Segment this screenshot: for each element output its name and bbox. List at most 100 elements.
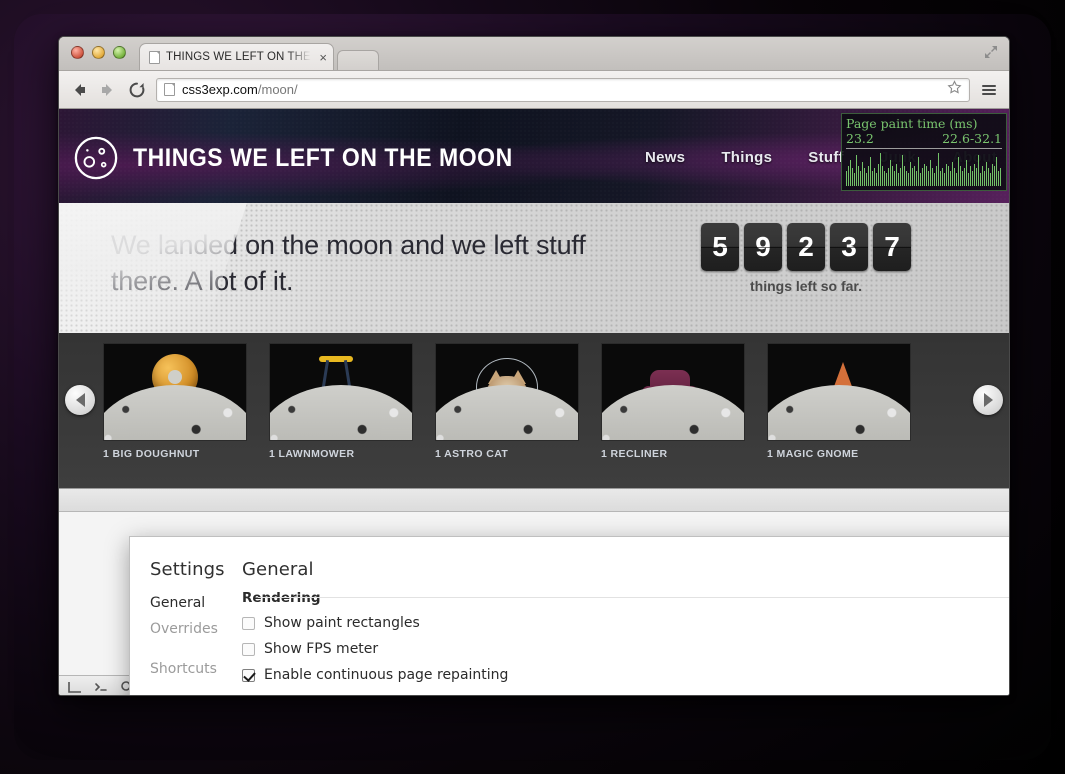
paint-sample-bar [946,164,947,186]
browser-tab[interactable]: THINGS WE LEFT ON THE M × [139,43,334,70]
checkbox[interactable] [242,642,255,656]
settings-options-list: Show paint rectangles Show FPS meter Enabl… [242,615,1009,683]
close-window-button[interactable] [71,46,84,59]
paint-sample-bar [980,172,981,186]
settings-option-row[interactable]: Show paint rectangles [242,615,1009,631]
moon-logo-icon [74,136,118,180]
maximize-window-button[interactable] [113,46,126,59]
browser-window: THINGS WE LEFT ON THE M × css3exp.com/mo… [58,36,1010,696]
paint-sample-bar [922,168,923,186]
settings-sidebar-item-shortcuts[interactable]: Shortcuts [150,656,242,682]
paint-sample-bar [984,170,985,186]
paint-sample-bar [988,168,989,186]
paint-sample-bar [880,153,881,186]
paint-sample-bar [846,170,847,186]
nav-item-things[interactable]: Things [721,149,772,166]
paint-meter-range: 22.6-32.1 [942,131,1002,146]
paint-sample-bar [936,166,937,186]
card-label: 1 Lawnmower [269,448,355,460]
url-path: /moon/ [257,82,298,97]
counter-digit: 3 [830,223,868,271]
address-bar[interactable]: css3exp.com/moon/ [156,77,970,102]
devtools-tab-bar [59,489,1009,512]
counter-digit: 5 [701,223,739,271]
paint-sample-bar [894,170,895,186]
hero-headline: We landed on the moon and we left stuff … [111,230,586,296]
paint-sample-bar [864,168,865,186]
paint-sample-bar [970,166,971,186]
star-icon[interactable] [947,79,962,100]
paint-sample-bar [904,166,905,186]
paint-sample-bar [978,155,979,186]
site-brand[interactable]: Things we left on the moon [73,135,546,181]
counter-digit: 9 [744,223,782,271]
checkbox[interactable] [242,668,255,682]
moon-surface-graphic [104,385,246,440]
settings-sidebar-item-general[interactable]: General [150,590,242,616]
dock-toggle-icon[interactable] [63,677,87,696]
minimize-window-button[interactable] [92,46,105,59]
settings-option-row[interactable]: Enable continuous page repainting [242,667,1009,683]
reload-icon[interactable] [127,80,147,100]
paint-sample-bar [854,172,855,186]
paint-sample-bar [860,170,861,186]
carousel-next-button[interactable] [973,385,1003,415]
paint-sample-bar [896,164,897,186]
carousel-card[interactable]: 1 Big Doughnut [103,343,247,460]
paint-meter-title: Page paint time (ms) [846,116,978,131]
moon-surface-graphic [270,385,412,440]
tab-close-icon[interactable]: × [317,51,327,64]
card-thumbnail [269,343,413,441]
settings-main-pane: Rendering Show paint rectangles Show FPS … [242,590,1009,693]
forward-arrow-icon[interactable] [98,80,118,100]
settings-sidebar-item-overrides[interactable]: Overrides [150,616,242,642]
carousel-card[interactable]: 1 Astro Cat [435,343,579,460]
paint-sample-bar [914,166,915,186]
paint-sample-bar [1000,168,1001,186]
paint-sample-bar [982,166,983,186]
paint-sample-bar [910,161,911,186]
moon-surface-graphic [436,385,578,440]
back-arrow-icon[interactable] [69,80,89,100]
paint-sample-bar [866,172,867,186]
paint-meter-divider [846,148,1002,149]
paint-sample-bar [856,155,857,186]
paint-sample-bar [888,168,889,186]
browser-tab-strip: THINGS WE LEFT ON THE M × [59,37,1009,71]
console-toggle-icon[interactable] [89,677,113,696]
card-thumbnail [103,343,247,441]
tab-title: THINGS WE LEFT ON THE M [166,51,312,63]
paint-sample-bar [874,168,875,186]
paint-meter-current: 23.2 [846,131,874,146]
new-tab-button[interactable] [337,50,379,70]
page-info-icon [164,83,175,96]
nav-item-stuff[interactable]: Stuff [808,149,844,166]
paint-sample-bar [882,166,883,186]
paint-sample-bar [942,168,943,186]
nav-item-news[interactable]: News [645,149,685,166]
carousel-card[interactable]: 1 Recliner [601,343,745,460]
paint-sample-bar [940,170,941,186]
fullscreen-expand-icon[interactable] [983,44,999,60]
card-label: 1 Astro Cat [435,448,509,460]
card-thumbnail [601,343,745,441]
paint-sample-bar [956,172,957,186]
carousel-card[interactable]: 1 Magic Gnome [767,343,911,460]
paint-sample-bar [990,172,991,186]
hamburger-menu-icon[interactable] [979,80,999,100]
paint-sample-bar [912,168,913,186]
counter-caption: things left so far. [749,278,862,294]
carousel-card[interactable]: 1 Lawnmower [269,343,413,460]
settings-option-row[interactable]: Show FPS meter [242,641,1009,657]
paint-sample-bar [900,168,901,186]
paint-sample-bar [886,172,887,186]
paint-sample-bar [972,170,973,186]
paint-sample-bar [966,159,967,186]
paint-sample-bar [964,168,965,186]
checkbox[interactable] [242,616,255,630]
carousel-prev-button[interactable] [65,385,95,415]
paint-sample-bar [996,157,997,186]
paint-sample-bar [960,166,961,186]
card-thumbnail [435,343,579,441]
